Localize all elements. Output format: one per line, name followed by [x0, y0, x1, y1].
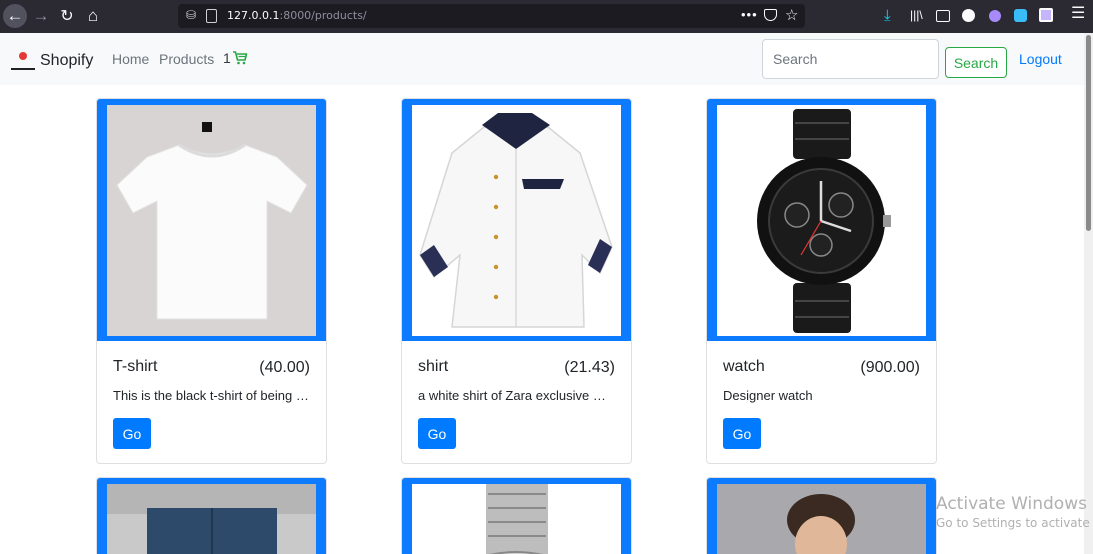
extension-icon[interactable]: [989, 10, 1001, 22]
menu-icon[interactable]: ☰: [1071, 5, 1085, 22]
download-icon[interactable]: ⤓: [884, 7, 891, 24]
product-image-model[interactable]: [717, 484, 926, 554]
forward-arrow-icon[interactable]: →: [29, 4, 53, 28]
extension-icon[interactable]: [1014, 9, 1027, 22]
browser-toolbar: ← → ↻ ⌂ ⛁ 127.0.0.1:8000/products/ ••• ☆…: [0, 0, 1093, 33]
brand[interactable]: Shopify: [11, 49, 93, 71]
go-button[interactable]: Go: [113, 418, 151, 449]
go-button[interactable]: Go: [418, 418, 456, 449]
shield-icon[interactable]: ⛁: [186, 8, 196, 22]
brand-logo: [11, 49, 35, 71]
watermark-subtitle: Go to Settings to activate Windows.: [936, 516, 1093, 530]
product-image-tshirt[interactable]: [107, 105, 316, 336]
page-icon: [206, 9, 217, 23]
brand-name: Shopify: [40, 52, 94, 69]
product-card: [96, 477, 327, 554]
library-icon[interactable]: |||\: [910, 7, 923, 23]
cart-count: 1: [223, 50, 231, 66]
product-card: T-shirt (40.00) This is the black t-shir…: [96, 98, 327, 464]
product-card: [401, 477, 632, 554]
product-description: Designer watch: [723, 388, 813, 403]
search-button[interactable]: Search: [945, 47, 1007, 78]
product-card: shirt (21.43) a white shirt of Zara excl…: [401, 98, 632, 464]
product-image-frame: [97, 478, 326, 554]
product-title: T-shirt: [113, 358, 158, 375]
back-arrow-icon[interactable]: ←: [3, 4, 27, 28]
product-image-frame: [402, 478, 631, 554]
pocket-icon[interactable]: [764, 9, 777, 21]
reload-icon[interactable]: ↻: [55, 4, 79, 28]
cart-icon: [232, 51, 248, 65]
scrollbar-thumb[interactable]: [1086, 35, 1091, 231]
home-icon[interactable]: ⌂: [81, 4, 105, 28]
nav-link-products[interactable]: Products: [159, 51, 214, 67]
product-image-frame: [707, 99, 936, 341]
search-input[interactable]: [762, 39, 939, 79]
url-host: 127.0.0.1: [227, 9, 280, 22]
logout-link[interactable]: Logout: [1019, 51, 1062, 67]
star-icon[interactable]: ☆: [785, 6, 798, 24]
page-viewport: Shopify Home Products 1 Search Logout: [0, 33, 1093, 554]
product-image-frame: [97, 99, 326, 341]
cart-link[interactable]: 1: [223, 50, 248, 66]
product-title: shirt: [418, 358, 449, 375]
product-image-shirt[interactable]: [412, 105, 621, 336]
sidebar-icon[interactable]: [936, 10, 950, 22]
nav-link-home[interactable]: Home: [112, 51, 149, 67]
product-image-watch[interactable]: [717, 105, 926, 336]
watermark-title: Activate Windows: [936, 494, 1087, 514]
product-image-silver-watch[interactable]: [412, 484, 621, 554]
product-image-frame: [707, 478, 936, 554]
product-card: watch (900.00) Designer watch Go: [706, 98, 937, 464]
page-scrollbar[interactable]: [1084, 33, 1093, 554]
url-text[interactable]: 127.0.0.1:8000/products/: [227, 9, 367, 22]
product-price: (900.00): [860, 359, 920, 376]
product-title: watch: [723, 358, 765, 375]
extension-icon[interactable]: [1039, 8, 1053, 22]
product-image-frame: [402, 99, 631, 341]
site-navbar: Shopify Home Products 1 Search Logout: [0, 33, 1084, 85]
product-price: (21.43): [564, 359, 615, 376]
activate-windows-watermark: Activate Windows Go to Settings to activ…: [936, 494, 1093, 530]
product-price: (40.00): [259, 359, 310, 376]
url-path: :8000/products/: [279, 9, 367, 22]
account-icon[interactable]: [962, 9, 975, 22]
product-description: a white shirt of Zara exclusive material: [418, 388, 616, 403]
url-bar[interactable]: ⛁ 127.0.0.1:8000/products/ ••• ☆: [178, 4, 805, 28]
product-description: This is the black t-shirt of being human: [113, 388, 311, 403]
go-button[interactable]: Go: [723, 418, 761, 449]
product-image-jeans[interactable]: [107, 484, 316, 554]
product-card: [706, 477, 937, 554]
more-dots-icon[interactable]: •••: [741, 7, 758, 22]
